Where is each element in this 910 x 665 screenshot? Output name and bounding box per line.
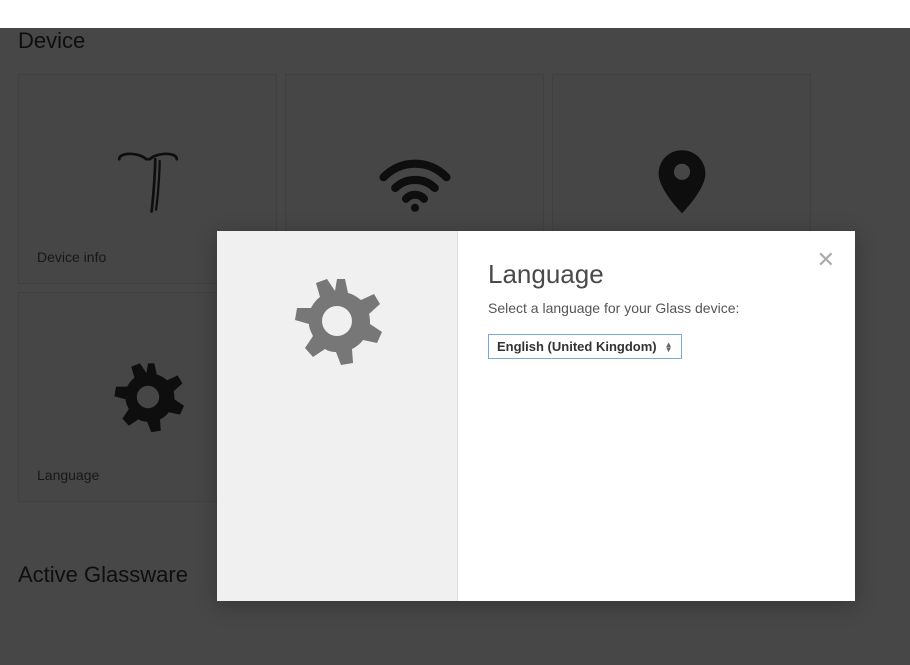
language-select[interactable]: English (United Kingdom) ▲▼: [488, 334, 682, 359]
language-select-value: English (United Kingdom): [497, 339, 657, 354]
modal-content: ✕ Language Select a language for your Gl…: [458, 231, 855, 601]
modal-icon-panel: [217, 231, 458, 601]
modal-subtitle: Select a language for your Glass device:: [488, 300, 825, 316]
gear-icon: [287, 271, 387, 371]
select-stepper-icon: ▲▼: [665, 342, 673, 352]
language-modal: ✕ Language Select a language for your Gl…: [217, 231, 855, 601]
modal-title: Language: [488, 259, 825, 290]
close-icon[interactable]: ✕: [817, 249, 835, 271]
